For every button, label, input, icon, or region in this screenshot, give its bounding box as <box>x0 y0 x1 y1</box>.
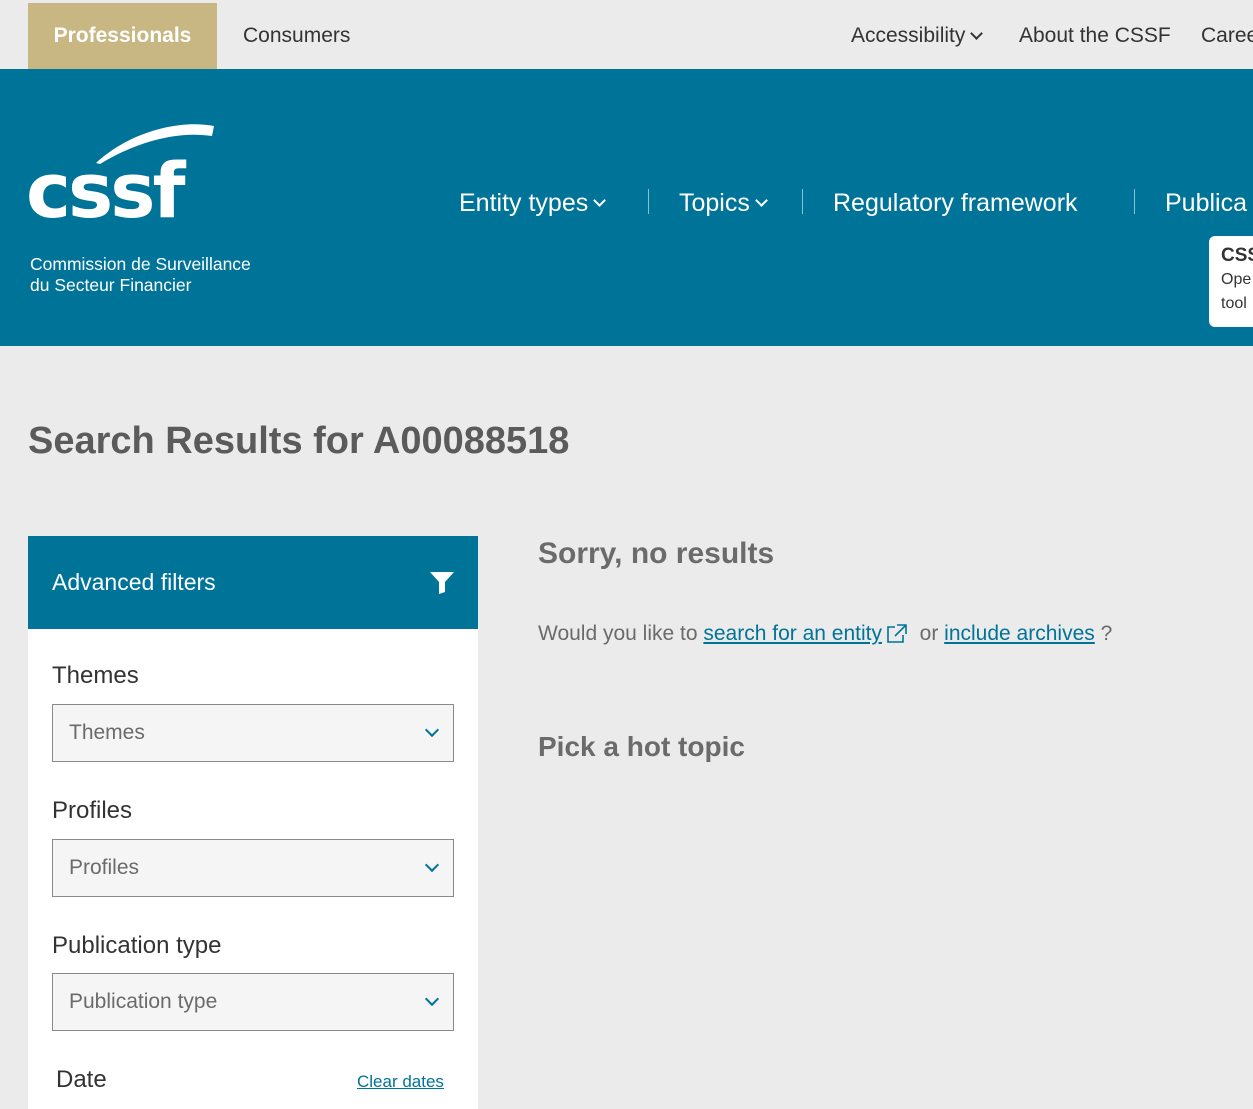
clear-dates-link[interactable]: Clear dates <box>357 1072 444 1092</box>
site-header: cssf Commission de Surveillance du Secte… <box>0 69 1253 346</box>
info-popup[interactable]: CSS Ope tool <box>1209 236 1253 327</box>
tab-consumers[interactable]: Consumers <box>243 3 350 69</box>
page-title: Search Results for A00088518 <box>28 420 570 462</box>
nav-topics-label: Topics <box>679 189 750 217</box>
nav-regulatory-framework[interactable]: Regulatory framework <box>833 189 1078 218</box>
publication-type-label: Publication type <box>52 932 222 959</box>
nav-separator <box>1134 189 1135 214</box>
logo-subtitle-line1: Commission de Surveillance <box>30 254 251 274</box>
nav-topics[interactable]: Topics <box>679 189 768 218</box>
suggestion-suffix: ? <box>1100 622 1113 645</box>
chevron-down-icon <box>755 194 768 207</box>
about-link[interactable]: About the CSSF <box>1019 3 1171 69</box>
logo-subtitle: Commission de Surveillance du Secteur Fi… <box>30 254 251 296</box>
popup-title: CSS <box>1221 245 1253 266</box>
nav-separator <box>802 189 803 214</box>
no-results-heading: Sorry, no results <box>538 537 775 570</box>
nav-entity-types[interactable]: Entity types <box>459 189 607 218</box>
popup-text-line2: tool <box>1221 295 1247 312</box>
tab-professionals[interactable]: Professionals <box>28 3 217 69</box>
popup-text-line1: Ope <box>1221 271 1252 288</box>
publication-type-select-value: Publication type <box>69 990 218 1013</box>
advanced-filters-panel: Advanced filters Themes Themes Profiles … <box>28 536 478 1109</box>
nav-separator <box>648 189 649 214</box>
cssf-logo[interactable]: cssf <box>26 153 186 229</box>
nav-publications[interactable]: Publica <box>1165 189 1247 218</box>
accessibility-menu[interactable]: Accessibility <box>851 3 984 69</box>
themes-select[interactable]: Themes <box>52 704 454 762</box>
nav-entity-types-label: Entity types <box>459 189 589 217</box>
themes-select-value: Themes <box>69 721 145 744</box>
chevron-down-icon <box>970 26 984 40</box>
chevron-down-icon <box>424 991 440 1007</box>
careers-link[interactable]: Caree <box>1201 3 1253 69</box>
suggestion-or: or <box>919 622 939 645</box>
advanced-filters-header[interactable]: Advanced filters <box>28 536 478 629</box>
themes-label: Themes <box>52 662 139 689</box>
accessibility-label: Accessibility <box>851 24 966 47</box>
date-label: Date <box>56 1066 107 1093</box>
search-suggestion: Would you like to search for an entity o… <box>538 622 1112 646</box>
chevron-down-icon <box>593 194 607 207</box>
chevron-down-icon <box>424 857 440 873</box>
include-archives-link[interactable]: include archives <box>944 622 1095 646</box>
search-entity-link[interactable]: search for an entity <box>703 622 882 646</box>
hot-topic-heading: Pick a hot topic <box>538 731 745 762</box>
publication-type-select[interactable]: Publication type <box>52 973 454 1031</box>
logo-subtitle-line2: du Secteur Financier <box>30 275 192 295</box>
external-link-icon <box>887 624 907 643</box>
chevron-down-icon <box>424 722 440 738</box>
profiles-select-value: Profiles <box>69 856 140 879</box>
advanced-filters-title: Advanced filters <box>52 569 216 595</box>
filter-icon <box>430 571 454 594</box>
profiles-label: Profiles <box>52 797 133 824</box>
top-utility-bar: Professionals Consumers Accessibility Ab… <box>0 3 1253 69</box>
profiles-select[interactable]: Profiles <box>52 839 454 897</box>
suggestion-prefix: Would you like to <box>538 622 698 645</box>
